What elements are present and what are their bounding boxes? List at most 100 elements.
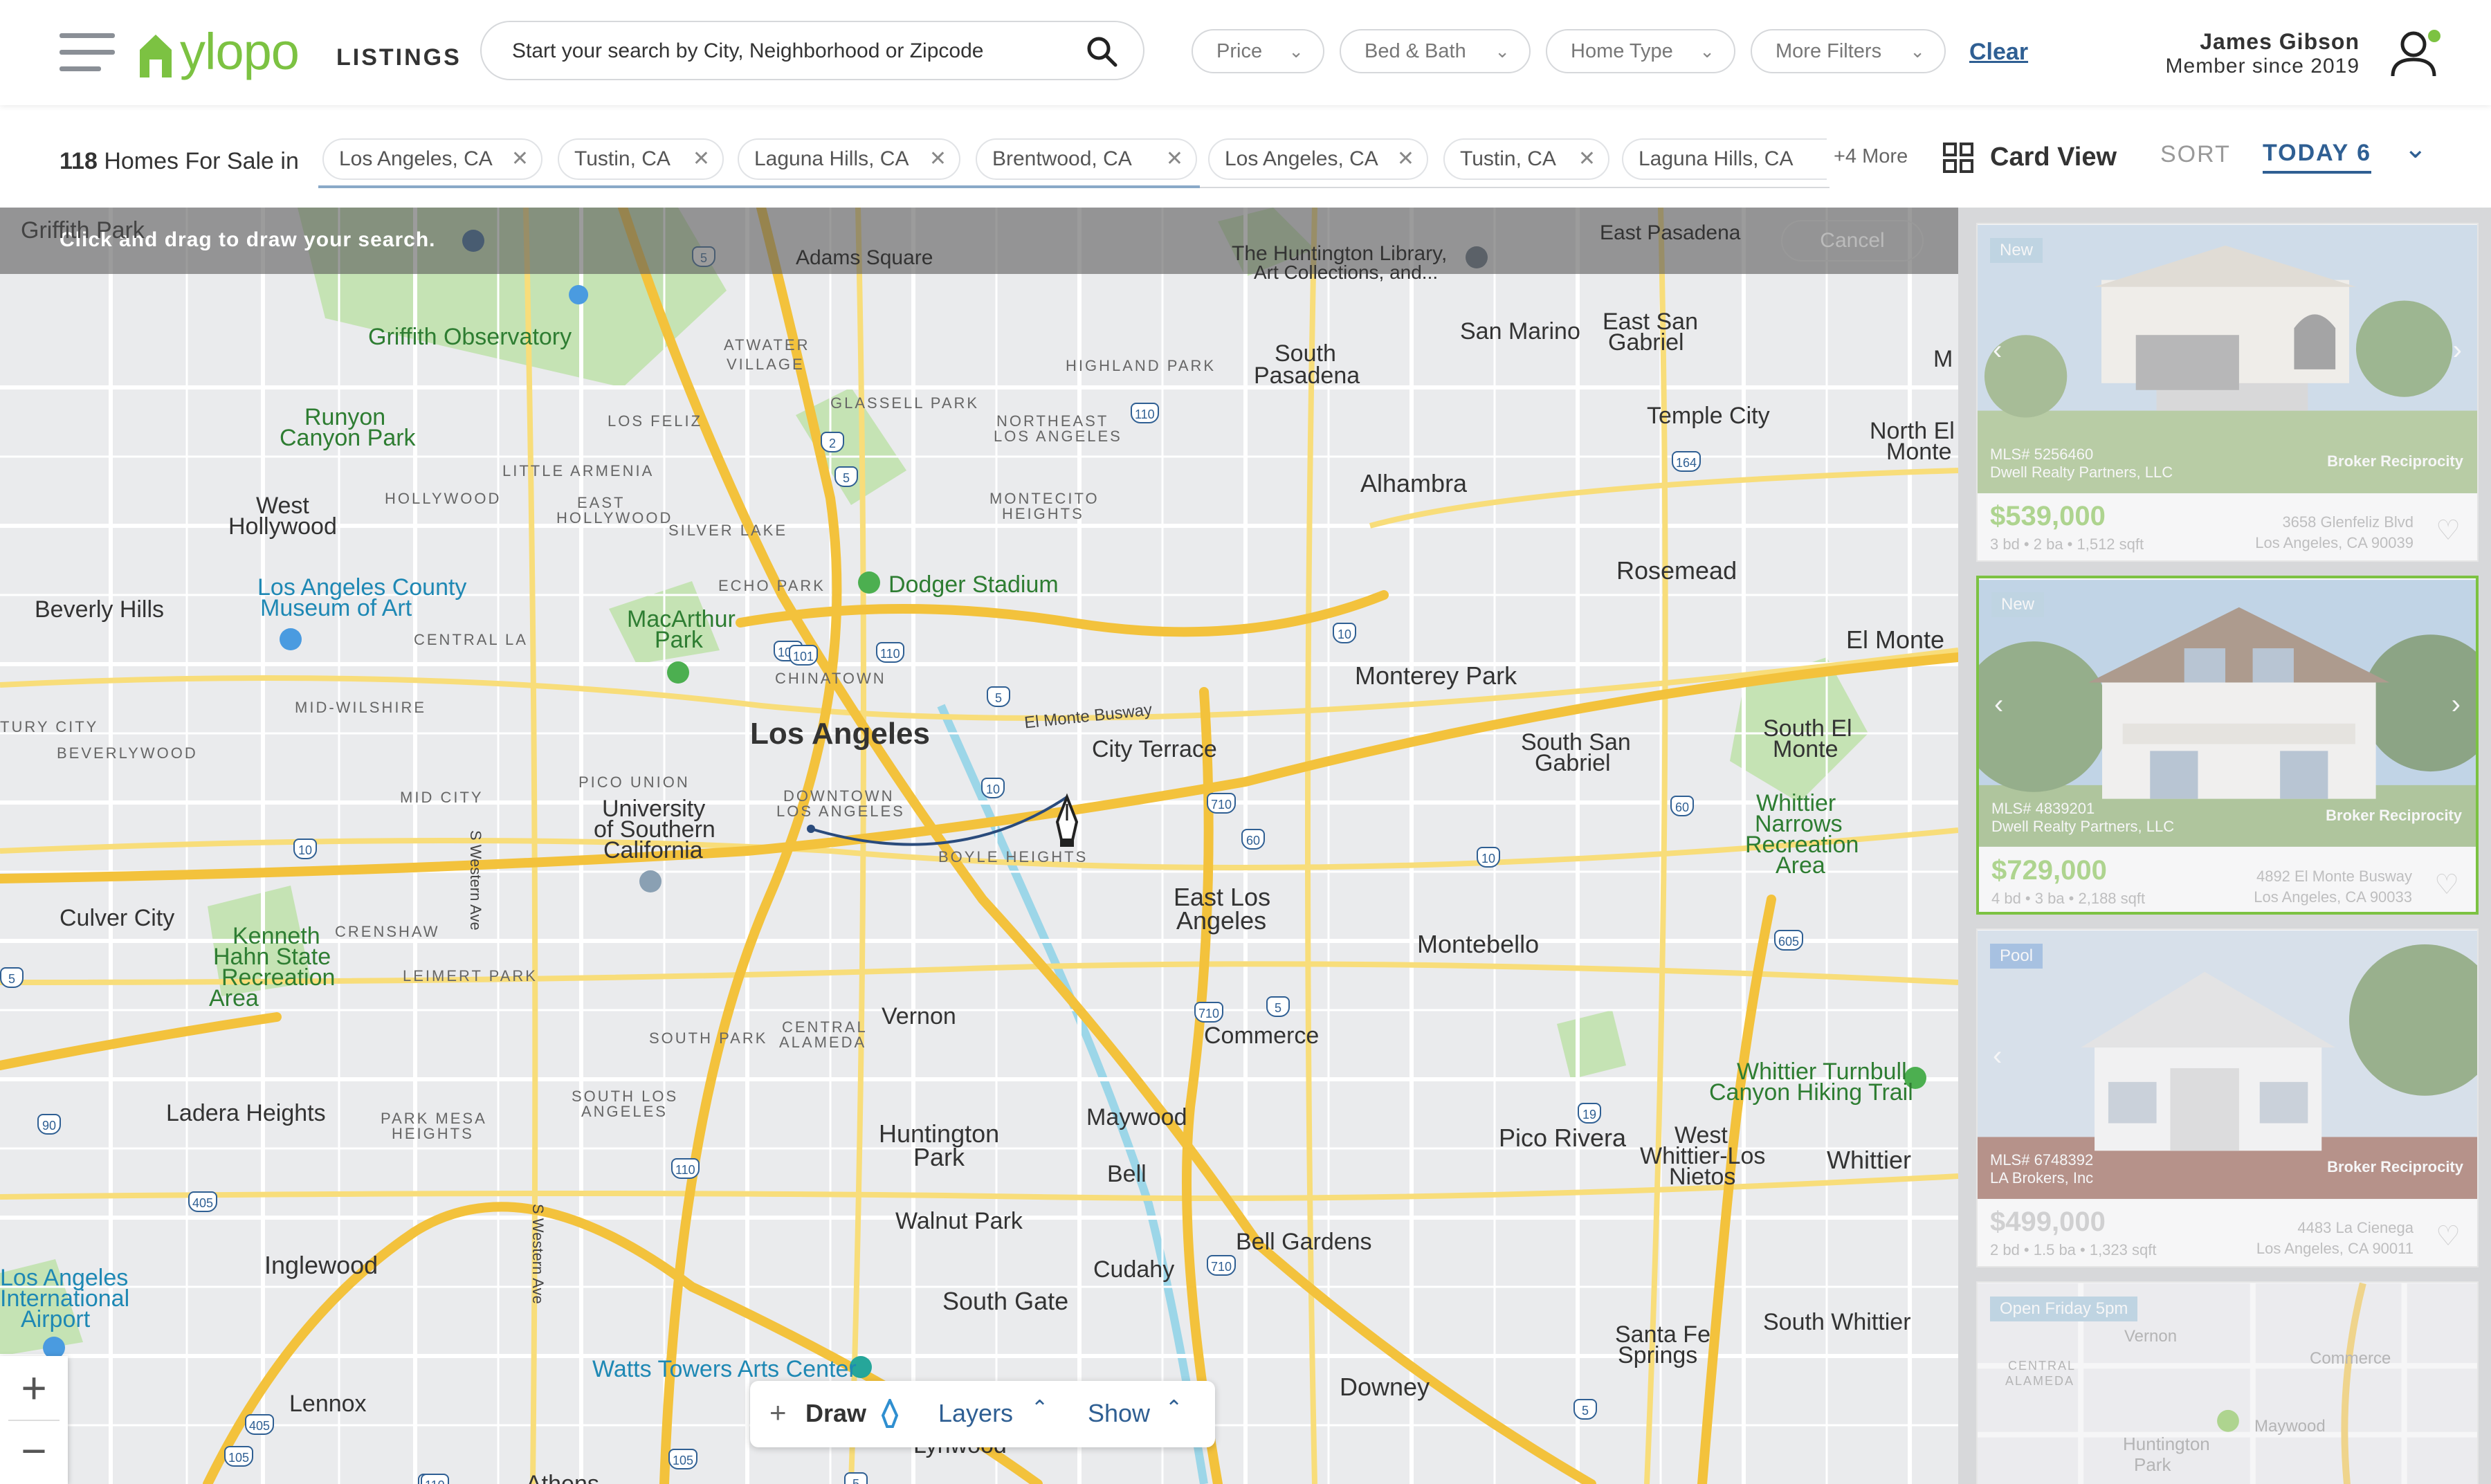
sort-select[interactable]: TODAY 6 xyxy=(2263,140,2372,174)
chips-scrollbar[interactable] xyxy=(318,185,1200,188)
chip-label: Laguna Hills, CA xyxy=(754,147,909,170)
grid-icon[interactable] xyxy=(1943,143,1975,174)
listing-card-selected[interactable]: New ‹ › MLS# 4839201 Dwell Realty Partne… xyxy=(1976,576,2479,915)
highway-shield: 110 xyxy=(421,1474,449,1484)
map-label: Park xyxy=(655,627,703,653)
plus-icon: + xyxy=(769,1396,787,1429)
map-label: S Western Ave xyxy=(467,830,484,931)
map-toolbar: + Draw Layers ⌃ Show ⌃ xyxy=(750,1381,1215,1447)
highway-shield: 90 xyxy=(37,1114,61,1135)
close-icon[interactable]: ✕ xyxy=(511,140,529,178)
pen-nib-icon xyxy=(881,1399,899,1428)
user-info[interactable]: James Gibson Member since 2019 xyxy=(2152,29,2360,78)
map-label: PICO UNION xyxy=(578,773,690,791)
highway-shield: 101 xyxy=(789,645,819,666)
highway-shield: 405 xyxy=(188,1191,218,1212)
bed-bath-filter-label: Bed & Bath xyxy=(1365,40,1466,62)
location-chip[interactable]: Laguna Hills, CA xyxy=(1622,138,1827,180)
search-box[interactable]: Start your search by City, Neighborhood … xyxy=(480,21,1144,80)
listing-card[interactable]: Pool ‹ MLS# 6748392 LA Brokers, Inc Brok… xyxy=(1976,928,2479,1267)
card-view-toggle[interactable]: Card View xyxy=(1990,143,2117,172)
cancel-draw-button[interactable]: Cancel xyxy=(1781,220,1924,262)
highway-shield: 405 xyxy=(245,1414,275,1435)
price-filter[interactable]: Price ⌄ xyxy=(1192,29,1324,73)
map-area[interactable]: Griffith Observatory ATWATER VILLAGE HIG… xyxy=(0,208,1958,1484)
zoom-in-button[interactable]: + xyxy=(0,1356,68,1420)
map-label: LOS ANGELES xyxy=(776,803,905,820)
map-label: Museum of Art xyxy=(260,595,412,621)
map-label: CRENSHAW xyxy=(335,923,440,940)
layers-button[interactable]: Layers xyxy=(938,1399,1013,1428)
card-dim-overlay xyxy=(1978,224,2477,560)
nav-listings[interactable]: LISTINGS xyxy=(336,44,462,71)
highway-shield: 19 xyxy=(1578,1103,1601,1124)
highway-shield: 5 xyxy=(834,466,858,487)
highway-shield: 710 xyxy=(1207,793,1237,814)
map-label-los-angeles: Los Angeles xyxy=(750,717,930,751)
logo-text: ylopo xyxy=(180,23,300,80)
house-icon xyxy=(140,35,172,77)
clear-filters-link[interactable]: Clear xyxy=(1969,39,2028,66)
listing-card[interactable]: Open Friday 5pm Vernon Commerce CENTRAL … xyxy=(1976,1281,2479,1484)
more-filters[interactable]: More Filters ⌄ xyxy=(1751,29,1946,73)
map-label: LOS ANGELES xyxy=(994,428,1122,445)
chevron-down-icon: ⌄ xyxy=(1699,41,1715,62)
bed-bath-filter[interactable]: Bed & Bath ⌄ xyxy=(1340,29,1531,73)
map-label: Ladera Heights xyxy=(166,1100,326,1126)
more-filters-label: More Filters xyxy=(1776,40,1882,62)
map-label: Maywood xyxy=(1086,1104,1187,1130)
map-label: ECHO PARK xyxy=(718,577,825,594)
menu-icon[interactable] xyxy=(60,33,115,72)
map-label: LITTLE ARMENIA xyxy=(502,462,655,479)
map-label: ANGELES xyxy=(581,1103,668,1120)
close-icon[interactable]: ✕ xyxy=(1166,140,1183,178)
location-chip[interactable]: Los Angeles, CA ✕ xyxy=(322,138,542,180)
chevron-down-icon[interactable]: ⌄ xyxy=(2404,133,2427,165)
zoom-out-button[interactable]: − xyxy=(0,1421,68,1484)
map-label: HOLLYWOOD xyxy=(385,490,502,507)
search-icon[interactable] xyxy=(1085,35,1118,68)
map-label: El Monte xyxy=(1846,625,1945,654)
zoom-controls: + − xyxy=(0,1356,68,1484)
highway-shield: 105 xyxy=(224,1446,254,1467)
map-label: Rosemead xyxy=(1616,556,1737,585)
show-button[interactable]: Show xyxy=(1088,1399,1150,1428)
location-chip[interactable]: Brentwood, CA ✕ xyxy=(976,138,1197,180)
map-label: Bell Gardens xyxy=(1236,1229,1372,1255)
map-label: BOYLE HEIGHTS xyxy=(938,848,1088,865)
map-label: Athens xyxy=(526,1471,599,1484)
draw-button[interactable]: Draw xyxy=(805,1399,866,1428)
map-label: South Gate xyxy=(942,1287,1069,1315)
listing-card[interactable]: New ‹ › MLS# 5256460 Dwell Realty Partne… xyxy=(1976,223,2479,562)
chip-label: Tustin, CA xyxy=(574,147,670,170)
map-label: HOLLYWOOD xyxy=(556,509,673,526)
map-label: Area xyxy=(209,985,259,1011)
search-input[interactable]: Start your search by City, Neighborhood … xyxy=(512,39,983,63)
location-chip[interactable]: Tustin, CA ✕ xyxy=(1443,138,1609,180)
map-label: Watts Towers Arts Center xyxy=(592,1356,857,1382)
map-label: Bell xyxy=(1107,1161,1147,1187)
map-label: Hollywood xyxy=(228,513,337,540)
close-icon[interactable]: ✕ xyxy=(693,140,710,178)
map-label: Vernon xyxy=(882,1003,956,1029)
location-chip[interactable]: Los Angeles, CA ✕ xyxy=(1208,138,1428,180)
card-dim-overlay xyxy=(1979,578,2476,912)
home-type-filter-label: Home Type xyxy=(1571,40,1673,62)
map-label: VILLAGE xyxy=(727,356,805,373)
close-icon[interactable]: ✕ xyxy=(929,140,947,178)
map-label: Downey xyxy=(1340,1373,1430,1401)
card-dim-overlay xyxy=(1978,1283,2477,1484)
map-label: Angeles xyxy=(1176,906,1267,935)
highway-shield: 710 xyxy=(1194,1002,1224,1023)
home-type-filter[interactable]: Home Type ⌄ xyxy=(1546,29,1735,73)
close-icon[interactable]: ✕ xyxy=(1578,140,1596,178)
more-chips-link[interactable]: +4 More xyxy=(1834,145,1908,168)
map-label: Dodger Stadium xyxy=(888,571,1059,598)
close-icon[interactable]: ✕ xyxy=(1397,140,1414,178)
user-icon[interactable] xyxy=(2387,28,2443,77)
location-chip[interactable]: Tustin, CA ✕ xyxy=(558,138,724,180)
filter-bar: 118 Homes For Sale in Los Angeles, CA ✕ T… xyxy=(0,105,2491,208)
map-label: Culver City xyxy=(60,905,175,931)
location-chip[interactable]: Laguna Hills, CA ✕ xyxy=(738,138,960,180)
highway-shield: 164 xyxy=(1672,451,1701,472)
